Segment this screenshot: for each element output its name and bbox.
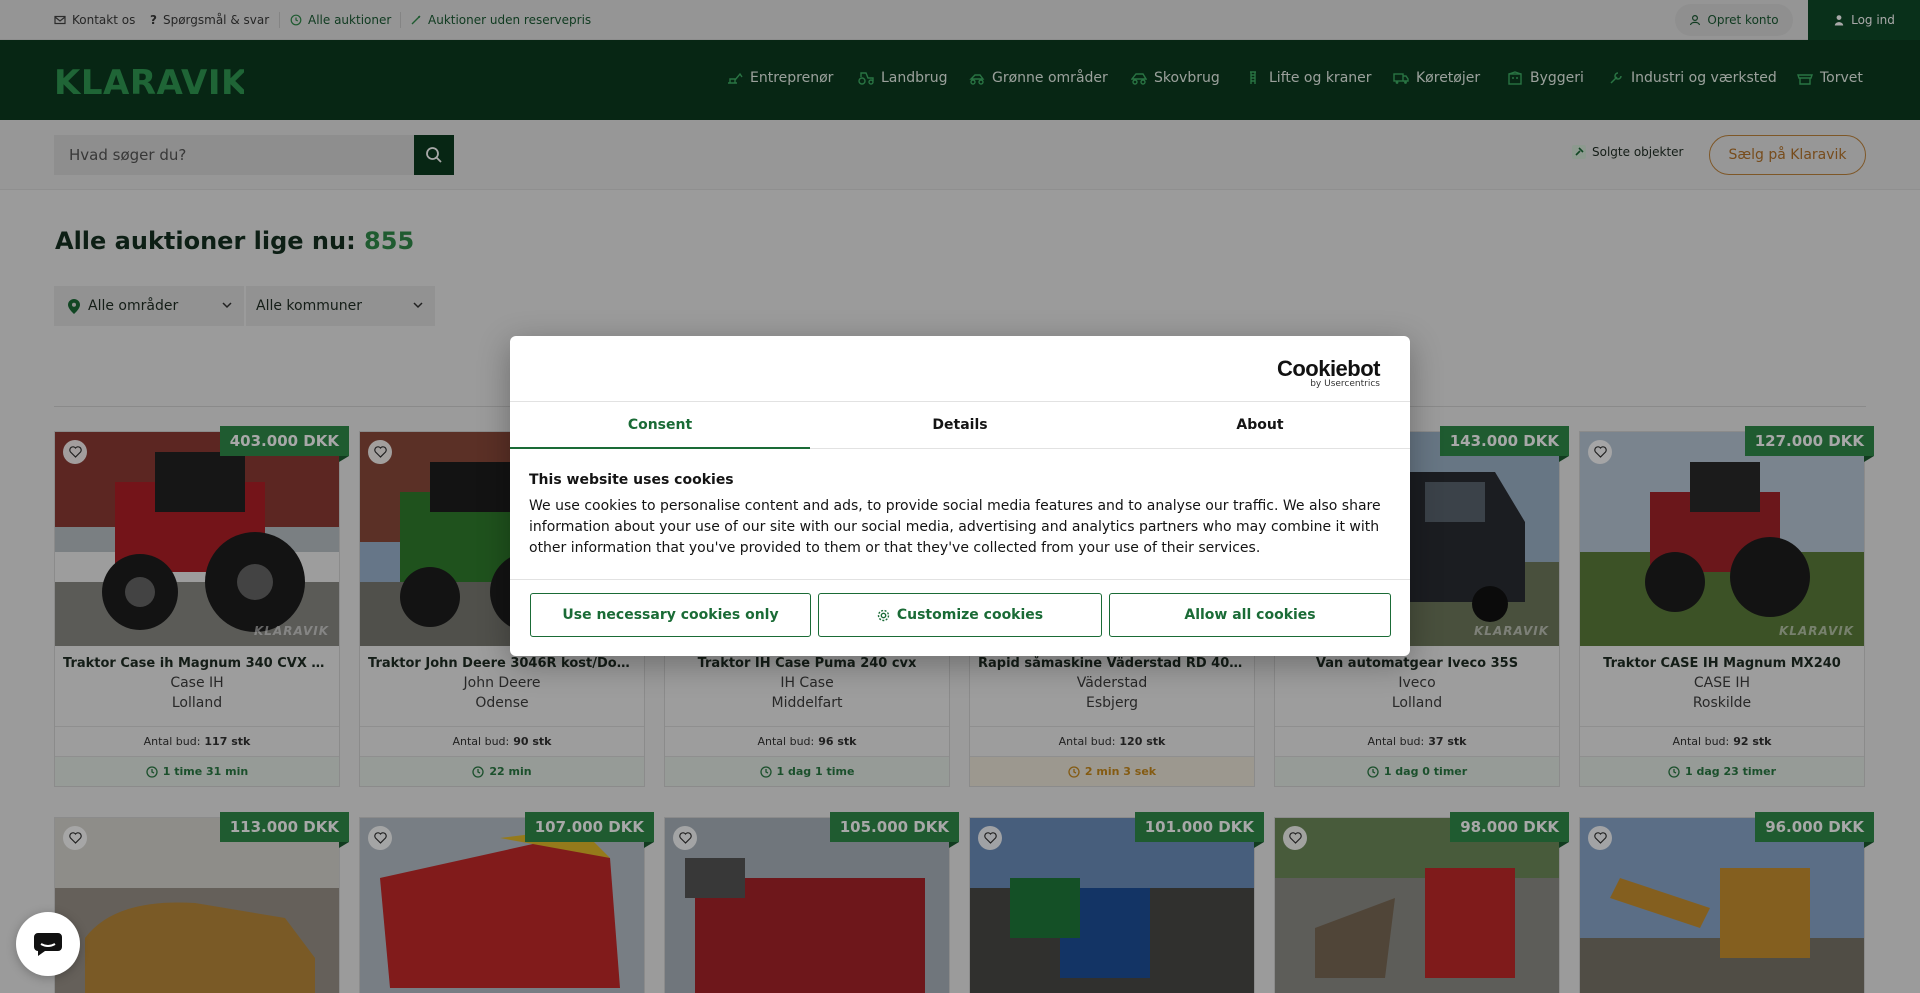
cookiebot-logo: Cookiebot by Usercentrics [1277,356,1381,389]
cookie-tabs: Consent Details About [510,401,1410,449]
gear-icon [877,609,890,621]
tab-about[interactable]: About [1110,402,1410,448]
chat-bubble-icon [34,933,62,956]
customize-cookies-button[interactable]: Customize cookies [818,593,1102,637]
allow-all-cookies-button[interactable]: Allow all cookies [1109,593,1391,637]
tab-consent[interactable]: Consent [510,402,810,449]
cookie-title: This website uses cookies [529,472,734,488]
customize-cookies-label: Customize cookies [896,607,1044,623]
tab-details[interactable]: Details [810,402,1110,448]
cookie-consent-dialog: Cookiebot by Usercentrics Consent Detail… [510,336,1410,656]
dialog-divider [510,579,1410,580]
chat-button[interactable] [16,912,80,976]
necessary-cookies-button[interactable]: Use necessary cookies only [530,593,811,637]
cookie-description: We use cookies to personalise content an… [529,498,1381,556]
